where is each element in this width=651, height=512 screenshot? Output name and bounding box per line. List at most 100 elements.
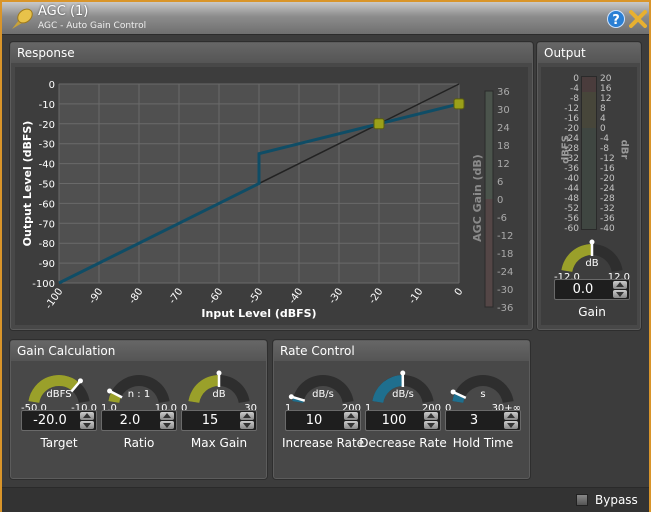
max-gain-knob[interactable] [181,370,257,406]
ratio-unit: n : 1 [127,389,151,400]
meter-dbr-tick: -12 [600,154,615,164]
rate-control-title: Rate Control [274,341,529,361]
decrement-arrow-icon[interactable] [240,421,254,429]
decrease-rate-spinbox[interactable]: 100 [365,410,441,431]
output-gain-value[interactable]: 0.0 [555,282,611,297]
close-icon[interactable] [629,10,647,28]
meter-dbr-tick: 12 [600,94,612,104]
meter-dbfs-tick: -60 [564,224,579,234]
meter-dbfs-tick: -12 [564,104,579,114]
meter-dbfs-tick: 0 [573,74,579,84]
increase-rate-value[interactable]: 10 [286,413,342,428]
y2-tick-label: 12 [497,159,510,170]
meter-dbfs-tick: -40 [564,174,579,184]
meter-dbr-tick: -8 [600,144,609,154]
max-gain-spinbox[interactable]: 15 [181,410,257,431]
max-gain-label: Max Gain [190,436,248,450]
svg-text:?: ? [612,13,620,28]
meter-dbr-tick: -40 [600,224,615,234]
target-label: Target [40,436,78,450]
y2-tick-label: -36 [497,303,513,314]
pushpin-icon[interactable] [8,7,34,31]
window-title: AGC (1) [38,4,89,19]
meter-dbr-tick: -16 [600,164,615,174]
y2-tick-label: 30 [497,105,510,116]
ratio-spinbox[interactable]: 2.0 [101,410,177,431]
y2-axis-label: AGC Gain (dB) [471,154,484,242]
increment-arrow-icon[interactable] [80,412,94,420]
hold-time-value[interactable]: 3 [446,413,502,428]
meter-dbfs-tick: -28 [564,144,579,154]
bypass-checkbox[interactable] [576,494,588,506]
x-tick-label: -100 [43,286,65,311]
decrement-arrow-icon[interactable] [504,421,518,429]
gain-calculation-title: Gain Calculation [11,341,266,361]
output-level-meter [581,76,597,230]
meter-dbfs-tick: -44 [564,184,579,194]
decrement-arrow-icon[interactable] [424,421,438,429]
increase-rate-spinbox[interactable]: 10 [285,410,361,431]
meter-dbr-tick: -24 [600,184,615,194]
agc-window: AGC (1) AGC - Auto Gain Control ? Respon… [0,0,651,512]
output-gain-spinbox[interactable]: 0.0 [554,279,630,300]
meter-dbfs-tick: -32 [564,154,579,164]
max-gain-unit: dB [212,389,226,400]
x-tick-label: -10 [407,286,425,306]
increment-arrow-icon[interactable] [424,412,438,420]
help-icon[interactable]: ? [607,10,625,28]
y-tick-label: -80 [39,239,55,250]
decrement-arrow-icon[interactable] [80,421,94,429]
response-chart[interactable]: -100 -90 -80 -70 -60 -50 -40 -30 -20 -10 00-10-20-… [15,70,527,326]
meter-dbfs-tick: -52 [564,204,579,214]
decrement-arrow-icon[interactable] [344,421,358,429]
y-tick-label: 0 [49,80,55,91]
output-gain-knob[interactable] [554,239,630,275]
hold-time-spinbox[interactable]: 3 [445,410,521,431]
meter-dbr-tick: -36 [600,214,615,224]
hold-time-knob[interactable] [445,370,521,406]
meter-dbfs-tick: -16 [564,114,579,124]
meter-dbr-tick: -32 [600,204,615,214]
decrease-rate-knob[interactable] [365,370,441,406]
x-tick-label: -30 [327,286,345,306]
curve-handle[interactable] [453,98,465,110]
target-spinbox[interactable]: -20.0 [21,410,97,431]
decrease-rate-value[interactable]: 100 [366,413,422,428]
meter-dbr-tick: 20 [600,74,612,84]
y2-tick-label: -12 [497,231,513,242]
title-bar: AGC (1) AGC - Auto Gain Control ? [2,2,649,35]
y-axis-label: Output Level (dBFS) [21,121,34,247]
decrease-rate-label: Decrease Rate [359,436,447,450]
decrement-arrow-icon[interactable] [160,421,174,429]
decrement-arrow-icon[interactable] [613,290,627,298]
target-knob[interactable] [21,370,97,406]
increment-arrow-icon[interactable] [160,412,174,420]
meter-dbr-tick: 0 [600,124,606,134]
y2-tick-label: -30 [497,285,513,296]
increment-arrow-icon[interactable] [504,412,518,420]
target-unit: dBFS [46,389,72,400]
max-gain-value[interactable]: 15 [182,413,238,428]
y-tick-label: -100 [32,279,55,290]
meter-dbr-tick: 8 [600,104,606,114]
ratio-value[interactable]: 2.0 [102,413,158,428]
y2-tick-label: 18 [497,141,510,152]
meter-dbfs-tick: -4 [570,84,579,94]
x-tick-label: -70 [167,286,185,306]
meter-dbr-tick: 16 [600,84,612,94]
increment-arrow-icon[interactable] [344,412,358,420]
y2-tick-label: 6 [497,177,503,188]
meter-dbfs-tick: -48 [564,194,579,204]
target-value[interactable]: -20.0 [22,413,78,428]
ratio-knob[interactable] [101,370,177,406]
x-axis-label: Input Level (dBFS) [201,307,316,320]
increment-arrow-icon[interactable] [240,412,254,420]
y-tick-label: -10 [39,100,55,111]
status-bar: Bypass [2,487,649,512]
y2-tick-label: 0 [497,195,503,206]
meter-dbfs-tick: -36 [564,164,579,174]
increase-rate-knob[interactable] [285,370,361,406]
curve-handle[interactable] [373,118,385,130]
increment-arrow-icon[interactable] [613,281,627,289]
meter-dbfs-tick: -24 [564,134,579,144]
